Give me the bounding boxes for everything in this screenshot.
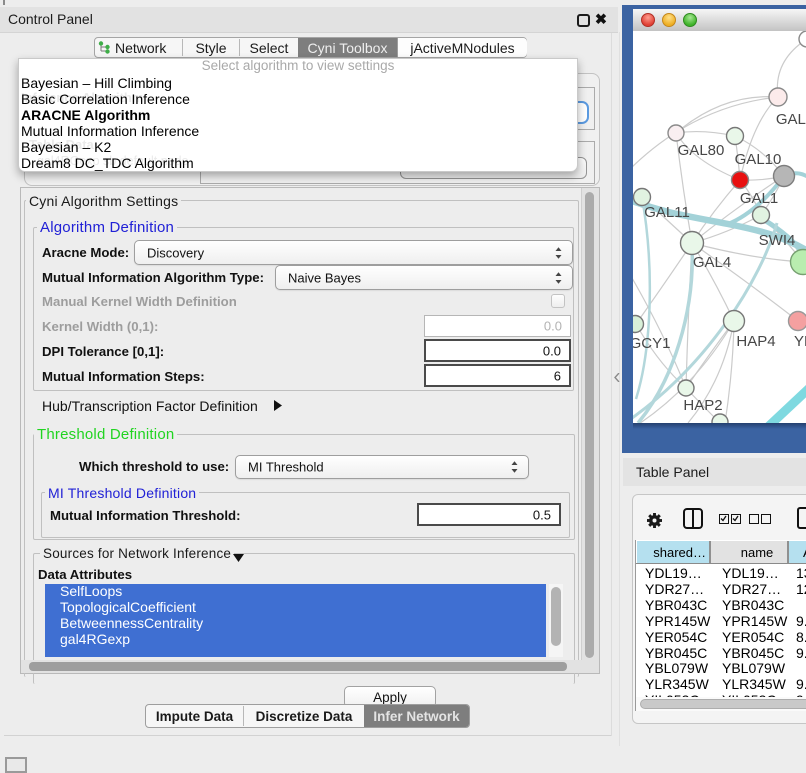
svg-text:GAL4: GAL4 [693,254,731,271]
svg-text:HAP2: HAP2 [683,397,722,414]
svg-text:GAL80: GAL80 [678,142,725,159]
svg-text:GCY1: GCY1 [633,335,670,352]
svg-text:GAL10: GAL10 [735,151,782,168]
svg-text:HAP4: HAP4 [736,333,775,350]
svg-text:YB: YB [794,333,806,350]
svg-text:GAL7: GAL7 [776,111,806,128]
svg-text:GAL1: GAL1 [740,190,778,207]
svg-text:GAL11: GAL11 [644,204,690,221]
svg-text:SWI4: SWI4 [759,232,796,249]
